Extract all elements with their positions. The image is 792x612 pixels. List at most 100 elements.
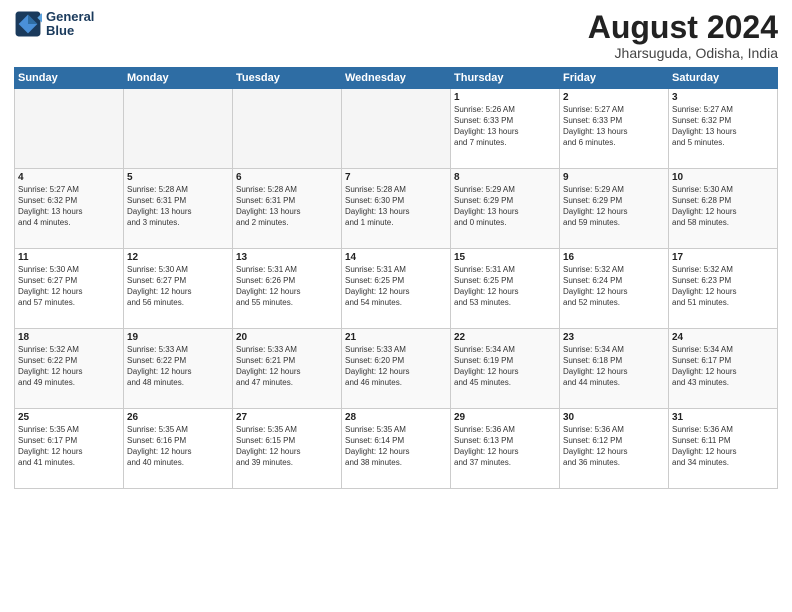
day-info: Sunrise: 5:35 AM Sunset: 6:17 PM Dayligh… — [18, 425, 120, 468]
day-number: 14 — [345, 252, 447, 263]
col-header-saturday: Saturday — [669, 68, 778, 89]
day-cell: 11Sunrise: 5:30 AM Sunset: 6:27 PM Dayli… — [15, 249, 124, 329]
day-cell: 14Sunrise: 5:31 AM Sunset: 6:25 PM Dayli… — [342, 249, 451, 329]
col-header-thursday: Thursday — [451, 68, 560, 89]
day-cell: 24 Sunrise: 5:34 AM Sunset: 6:17 PM Dayli… — [669, 329, 778, 409]
day-cell: 15 Sunrise: 5:31 AM Sunset: 6:25 PM Dayli… — [451, 249, 560, 329]
day-cell: 9 Sunrise: 5:29 AM Sunset: 6:29 PM Daylig… — [560, 169, 669, 249]
day-cell: 12 Sunrise: 5:30 AM Sunset: 6:27 PM Dayli… — [124, 249, 233, 329]
day-number: 24 — [672, 332, 774, 343]
day-info: Sunrise: 5:28 AM Sunset: 6:31 PM Dayligh… — [236, 185, 338, 228]
day-number: 7 — [345, 172, 447, 183]
day-number: 22 — [454, 332, 556, 343]
week-row-4: 18Sunrise: 5:32 AM Sunset: 6:22 PM Dayli… — [15, 329, 778, 409]
day-number: 30 — [563, 412, 665, 423]
day-info: Sunrise: 5:30 AM Sunset: 6:28 PM Dayligh… — [672, 185, 774, 228]
day-info: Sunrise: 5:26 AM Sunset: 6:33 PM Dayligh… — [454, 105, 556, 148]
col-header-wednesday: Wednesday — [342, 68, 451, 89]
day-number: 8 — [454, 172, 556, 183]
day-cell: 29 Sunrise: 5:36 AM Sunset: 6:13 PM Dayli… — [451, 409, 560, 489]
day-info: Sunrise: 5:30 AM Sunset: 6:27 PM Dayligh… — [127, 265, 229, 308]
week-row-2: 4 Sunrise: 5:27 AM Sunset: 6:32 PM Daylig… — [15, 169, 778, 249]
day-info: Sunrise: 5:31 AM Sunset: 6:26 PM Dayligh… — [236, 265, 338, 308]
title-block: August 2024 Jharsuguda, Odisha, India — [588, 10, 778, 61]
day-cell — [15, 89, 124, 169]
day-info: Sunrise: 5:35 AM Sunset: 6:16 PM Dayligh… — [127, 425, 229, 468]
day-cell: 28Sunrise: 5:35 AM Sunset: 6:14 PM Dayli… — [342, 409, 451, 489]
day-number: 18 — [18, 332, 120, 343]
day-info: Sunrise: 5:27 AM Sunset: 6:32 PM Dayligh… — [18, 185, 120, 228]
week-row-5: 25 Sunrise: 5:35 AM Sunset: 6:17 PM Dayli… — [15, 409, 778, 489]
day-cell: 23Sunrise: 5:34 AM Sunset: 6:18 PM Dayli… — [560, 329, 669, 409]
day-info: Sunrise: 5:35 AM Sunset: 6:15 PM Dayligh… — [236, 425, 338, 468]
day-number: 19 — [127, 332, 229, 343]
day-info: Sunrise: 5:33 AM Sunset: 6:22 PM Dayligh… — [127, 345, 229, 388]
day-number: 10 — [672, 172, 774, 183]
day-number: 13 — [236, 252, 338, 263]
day-number: 16 — [563, 252, 665, 263]
day-number: 25 — [18, 412, 120, 423]
day-number: 31 — [672, 412, 774, 423]
day-number: 29 — [454, 412, 556, 423]
day-number: 5 — [127, 172, 229, 183]
day-number: 17 — [672, 252, 774, 263]
day-number: 2 — [563, 92, 665, 103]
day-number: 6 — [236, 172, 338, 183]
day-info: Sunrise: 5:29 AM Sunset: 6:29 PM Dayligh… — [454, 185, 556, 228]
subtitle: Jharsuguda, Odisha, India — [588, 45, 778, 61]
day-number: 27 — [236, 412, 338, 423]
day-cell: 21 Sunrise: 5:33 AM Sunset: 6:20 PM Dayli… — [342, 329, 451, 409]
header-row: SundayMondayTuesdayWednesdayThursdayFrid… — [15, 68, 778, 89]
day-info: Sunrise: 5:36 AM Sunset: 6:13 PM Dayligh… — [454, 425, 556, 468]
day-number: 21 — [345, 332, 447, 343]
page-container: General Blue August 2024 Jharsuguda, Odi… — [0, 0, 792, 495]
col-header-friday: Friday — [560, 68, 669, 89]
day-cell: 6 Sunrise: 5:28 AM Sunset: 6:31 PM Daylig… — [233, 169, 342, 249]
day-info: Sunrise: 5:27 AM Sunset: 6:33 PM Dayligh… — [563, 105, 665, 148]
day-number: 4 — [18, 172, 120, 183]
day-cell: 19 Sunrise: 5:33 AM Sunset: 6:22 PM Dayli… — [124, 329, 233, 409]
day-cell: 5Sunrise: 5:28 AM Sunset: 6:31 PM Daylig… — [124, 169, 233, 249]
day-number: 11 — [18, 252, 120, 263]
day-cell: 8 Sunrise: 5:29 AM Sunset: 6:29 PM Daylig… — [451, 169, 560, 249]
col-header-monday: Monday — [124, 68, 233, 89]
day-cell: 18Sunrise: 5:32 AM Sunset: 6:22 PM Dayli… — [15, 329, 124, 409]
day-cell — [342, 89, 451, 169]
day-info: Sunrise: 5:27 AM Sunset: 6:32 PM Dayligh… — [672, 105, 774, 148]
logo-text: General Blue — [46, 10, 94, 39]
calendar-table: SundayMondayTuesdayWednesdayThursdayFrid… — [14, 67, 778, 489]
day-number: 15 — [454, 252, 556, 263]
day-cell: 3 Sunrise: 5:27 AM Sunset: 6:32 PM Daylig… — [669, 89, 778, 169]
logo: General Blue — [14, 10, 94, 39]
day-info: Sunrise: 5:34 AM Sunset: 6:17 PM Dayligh… — [672, 345, 774, 388]
day-cell: 13 Sunrise: 5:31 AM Sunset: 6:26 PM Dayli… — [233, 249, 342, 329]
day-number: 20 — [236, 332, 338, 343]
day-cell: 2 Sunrise: 5:27 AM Sunset: 6:33 PM Daylig… — [560, 89, 669, 169]
logo-line2: Blue — [46, 24, 94, 38]
day-number: 9 — [563, 172, 665, 183]
day-number: 12 — [127, 252, 229, 263]
day-number: 3 — [672, 92, 774, 103]
day-info: Sunrise: 5:32 AM Sunset: 6:23 PM Dayligh… — [672, 265, 774, 308]
day-cell — [124, 89, 233, 169]
day-cell: 7 Sunrise: 5:28 AM Sunset: 6:30 PM Daylig… — [342, 169, 451, 249]
day-cell: 22 Sunrise: 5:34 AM Sunset: 6:19 PM Dayli… — [451, 329, 560, 409]
day-info: Sunrise: 5:28 AM Sunset: 6:30 PM Dayligh… — [345, 185, 447, 228]
day-cell: 26Sunrise: 5:35 AM Sunset: 6:16 PM Dayli… — [124, 409, 233, 489]
day-cell: 27 Sunrise: 5:35 AM Sunset: 6:15 PM Dayli… — [233, 409, 342, 489]
day-info: Sunrise: 5:33 AM Sunset: 6:20 PM Dayligh… — [345, 345, 447, 388]
logo-line1: General — [46, 10, 94, 24]
day-info: Sunrise: 5:36 AM Sunset: 6:12 PM Dayligh… — [563, 425, 665, 468]
day-cell: 25 Sunrise: 5:35 AM Sunset: 6:17 PM Dayli… — [15, 409, 124, 489]
day-info: Sunrise: 5:36 AM Sunset: 6:11 PM Dayligh… — [672, 425, 774, 468]
col-header-sunday: Sunday — [15, 68, 124, 89]
header: General Blue August 2024 Jharsuguda, Odi… — [14, 10, 778, 61]
day-info: Sunrise: 5:29 AM Sunset: 6:29 PM Dayligh… — [563, 185, 665, 228]
day-cell: 4 Sunrise: 5:27 AM Sunset: 6:32 PM Daylig… — [15, 169, 124, 249]
day-cell: 16Sunrise: 5:32 AM Sunset: 6:24 PM Dayli… — [560, 249, 669, 329]
day-info: Sunrise: 5:34 AM Sunset: 6:19 PM Dayligh… — [454, 345, 556, 388]
day-cell: 20Sunrise: 5:33 AM Sunset: 6:21 PM Dayli… — [233, 329, 342, 409]
main-title: August 2024 — [588, 10, 778, 45]
week-row-3: 11 Sunrise: 5:30 AM Sunset: 6:27 PM Dayli… — [15, 249, 778, 329]
day-info: Sunrise: 5:31 AM Sunset: 6:25 PM Dayligh… — [454, 265, 556, 308]
